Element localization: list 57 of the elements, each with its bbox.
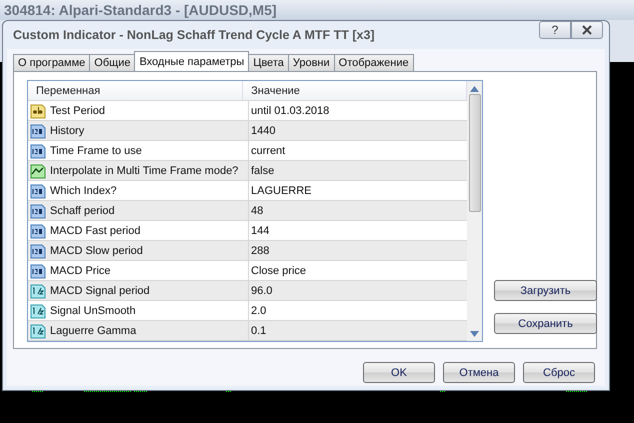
- parameter-value[interactable]: 2.0: [251, 304, 266, 316]
- parameter-name: Laguerre Gamma: [50, 324, 136, 336]
- number-type-icon: [30, 142, 46, 158]
- reset-button[interactable]: Сброс: [523, 362, 595, 383]
- tab[interactable]: Входные параметры: [134, 51, 250, 71]
- parameter-value[interactable]: 96.0: [251, 284, 272, 296]
- number-type-icon: [30, 242, 46, 258]
- scroll-down-icon[interactable]: [470, 331, 479, 337]
- parameter-name: Time Frame to use: [50, 144, 142, 156]
- parameter-name: Interpolate in Multi Time Frame mode?: [50, 164, 238, 176]
- parameter-value[interactable]: LAGUERRE: [251, 184, 312, 196]
- scroll-up-icon[interactable]: [470, 86, 479, 92]
- load-button[interactable]: Загрузить: [494, 280, 597, 301]
- parameter-name: MACD Price: [50, 264, 111, 276]
- number-type-icon: [30, 262, 46, 278]
- parameter-value[interactable]: Close price: [251, 264, 306, 276]
- parameter-value[interactable]: until 01.03.2018: [251, 104, 330, 116]
- close-icon: [581, 25, 593, 35]
- ok-button[interactable]: OK: [363, 362, 435, 383]
- parameter-name: Which Index?: [50, 184, 117, 196]
- close-button[interactable]: [571, 21, 603, 39]
- parameter-name: Test Period: [50, 104, 106, 116]
- tab[interactable]: Уровни: [288, 54, 335, 71]
- parameter-name: MACD Signal period: [50, 284, 150, 296]
- parameter-name: MACD Slow period: [50, 244, 143, 256]
- number-type-icon: [30, 322, 46, 338]
- column-header[interactable]: Переменная: [28, 81, 244, 100]
- save-button[interactable]: Сохранить: [494, 313, 597, 334]
- parameter-name: History: [50, 124, 84, 136]
- parameter-name: Signal UnSmooth: [50, 304, 136, 316]
- number-type-icon: [30, 282, 46, 298]
- app-window-title: 304814: Alpari-Standard3 - [AUDUSD,M5]: [0, 0, 634, 20]
- parameter-value[interactable]: 0.1: [251, 324, 266, 336]
- text-type-icon: [30, 102, 46, 118]
- tab[interactable]: Цвета: [248, 54, 289, 71]
- parameter-value[interactable]: 288: [251, 244, 270, 256]
- parameter-value[interactable]: current: [251, 144, 286, 156]
- tab[interactable]: Отображение: [334, 54, 414, 71]
- help-button[interactable]: ?: [539, 21, 571, 39]
- parameter-name: MACD Fast period: [50, 224, 140, 236]
- tab[interactable]: О программе: [13, 54, 90, 71]
- dialog-title: Custom Indicator - NonLag Schaff Trend Cycle A MTF TT [x3]: [13, 28, 376, 42]
- scrollbar-thumb[interactable]: [468, 94, 480, 212]
- number-type-icon: [30, 202, 46, 218]
- boolean-type-icon: [30, 162, 46, 178]
- parameter-value[interactable]: 1440: [251, 124, 276, 136]
- parameter-name: Schaff period: [50, 204, 115, 216]
- number-type-icon: [30, 222, 46, 238]
- number-type-icon: [30, 122, 46, 138]
- number-type-icon: [30, 302, 46, 318]
- number-type-icon: [30, 182, 46, 198]
- column-header[interactable]: Значение: [243, 81, 467, 100]
- parameter-value[interactable]: 48: [251, 204, 264, 216]
- tab[interactable]: Общие: [89, 54, 136, 71]
- cancel-button[interactable]: Отмена: [443, 362, 515, 383]
- parameter-value[interactable]: 144: [251, 224, 270, 236]
- parameter-value[interactable]: false: [251, 164, 274, 176]
